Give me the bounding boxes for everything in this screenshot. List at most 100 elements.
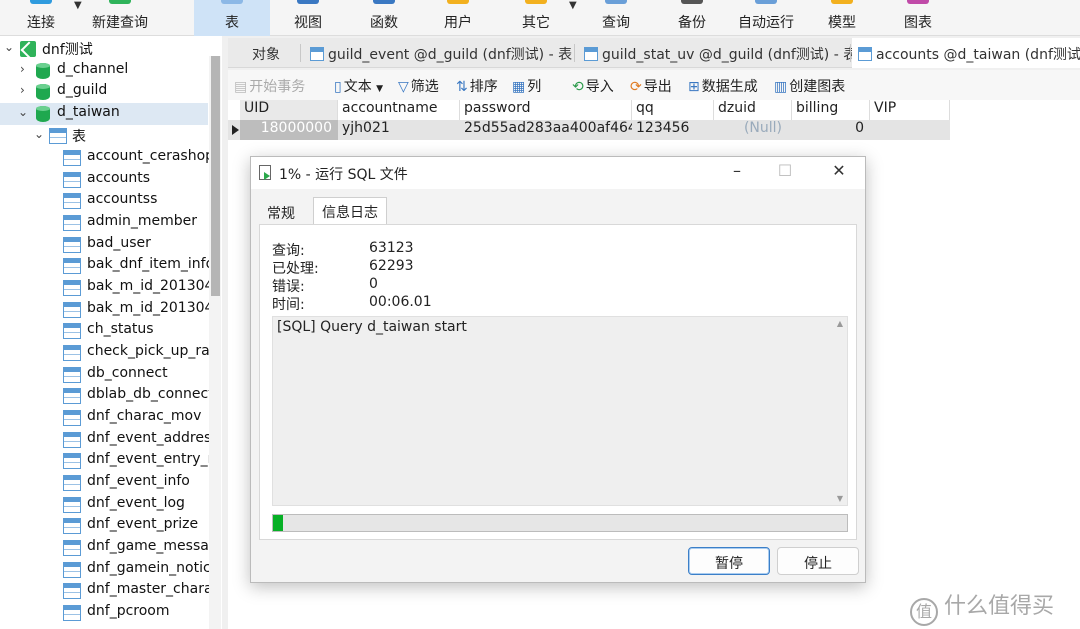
tree-table-item[interactable]: dnf_event_prize xyxy=(0,515,208,537)
cell-billing[interactable]: 0 xyxy=(792,120,870,140)
query-button[interactable]: 查询 xyxy=(592,0,640,36)
auto-run-button[interactable]: 自动运行 xyxy=(734,0,798,36)
tab-objects[interactable]: 对象 xyxy=(252,38,280,68)
cell-uid[interactable]: 18000000 xyxy=(240,120,338,140)
stop-button[interactable]: 停止 xyxy=(777,547,859,575)
create-chart-button[interactable]: ▥ 创建图表 xyxy=(774,76,845,96)
maximize-icon[interactable]: ☐ xyxy=(765,161,805,185)
minimize-icon[interactable]: – xyxy=(717,161,757,185)
pause-button[interactable]: 暂停 xyxy=(688,547,770,575)
tab-guild-event[interactable]: guild_event @d_guild (dnf测试) - 表 xyxy=(310,38,572,68)
tree-table-item[interactable]: accountss xyxy=(0,190,208,212)
tab-general[interactable]: 常规 xyxy=(259,199,303,225)
user-button[interactable]: 用户 xyxy=(434,0,482,36)
tree-table-item[interactable]: dnf_game_messag xyxy=(0,537,218,559)
column-header-dzuid[interactable]: dzuid xyxy=(714,100,792,120)
tab-guild-stat-uv[interactable]: guild_stat_uv @d_guild (dnf测试) - 表 xyxy=(584,38,857,68)
tree-table-item[interactable]: ch_status xyxy=(0,320,208,342)
filter-button[interactable]: ▽ 筛选 xyxy=(398,76,439,96)
tree-tables-folder[interactable]: ⌄ 表 xyxy=(0,125,208,147)
column-header-vip[interactable]: VIP xyxy=(870,100,950,120)
stat-value: 00:06.01 xyxy=(369,294,432,310)
column-header-billing[interactable]: billing xyxy=(792,100,870,120)
run-sql-dialog: 1% - 运行 SQL 文件 – ☐ ✕ 常规 信息日志 查询: 63123 已… xyxy=(250,156,866,583)
column-header-uid[interactable]: UID xyxy=(240,100,338,120)
tree-table-item[interactable]: dnf_event_address xyxy=(0,429,219,451)
chart-button[interactable]: 图表 xyxy=(894,0,942,36)
log-output[interactable]: [SQL] Query d_taiwan start ▲ ▼ xyxy=(272,316,848,506)
column-header-password[interactable]: password xyxy=(460,100,632,120)
cell-qq[interactable]: 123456 xyxy=(632,120,714,140)
tree-table-item[interactable]: admin_member xyxy=(0,212,208,234)
tab-accounts[interactable]: accounts @d_taiwan (dnf测试) xyxy=(852,38,1080,68)
cell-vip[interactable] xyxy=(870,120,950,140)
sort-button[interactable]: ⇅ 排序 xyxy=(456,76,498,96)
tree-table-item[interactable]: bad_user xyxy=(0,234,208,256)
chevron-right-icon[interactable]: › xyxy=(20,83,25,97)
chart-icon xyxy=(907,0,929,4)
scroll-up-icon[interactable]: ▲ xyxy=(837,319,843,328)
tree-db-d-taiwan[interactable]: ⌄ d_taiwan xyxy=(0,103,208,125)
chevron-right-icon[interactable]: › xyxy=(20,62,25,76)
database-icon xyxy=(36,106,50,122)
connect-dropdown-icon[interactable]: ▼ xyxy=(74,0,82,11)
tab-info-log[interactable]: 信息日志 xyxy=(313,197,387,225)
tree-db-d-guild[interactable]: › d_guild xyxy=(0,81,208,103)
table-icon xyxy=(63,410,81,426)
tree-table-item[interactable]: dnf_pcroom xyxy=(0,602,208,624)
tree-table-item[interactable]: check_pick_up_rar xyxy=(0,342,215,364)
tree-table-item[interactable]: accounts xyxy=(0,169,208,191)
close-icon[interactable]: ✕ xyxy=(819,161,859,185)
tree-connection[interactable]: ⌄ dnf测试 xyxy=(0,38,208,60)
import-button[interactable]: ⟲ 导入 xyxy=(572,76,614,96)
column-header-accountname[interactable]: accountname xyxy=(338,100,460,120)
connect-button[interactable]: 连接 xyxy=(18,0,64,36)
tree-scrollbar-thumb[interactable] xyxy=(211,56,220,296)
data-generation-button[interactable]: ⊞ 数据生成 xyxy=(688,76,758,96)
tree-table-item[interactable]: dnf_event_info xyxy=(0,472,208,494)
tree-table-item[interactable]: dnf_gamein_notice xyxy=(0,559,219,581)
columns-icon: ▦ xyxy=(512,79,526,95)
begin-transaction-button[interactable]: ▤ 开始事务 xyxy=(234,76,305,96)
tree-table-item[interactable]: dblab_db_connect xyxy=(0,385,214,407)
scroll-down-icon[interactable]: ▼ xyxy=(837,494,843,503)
tree-table-item[interactable]: dnf_event_log xyxy=(0,494,208,516)
chevron-down-icon[interactable]: ⌄ xyxy=(18,105,28,119)
table-icon xyxy=(63,193,81,209)
dialog-title-bar[interactable]: 1% - 运行 SQL 文件 – ☐ ✕ xyxy=(251,157,865,189)
backup-button[interactable]: 备份 xyxy=(668,0,716,36)
other-dropdown-icon[interactable]: ▼ xyxy=(569,0,577,11)
table-icon xyxy=(63,367,81,383)
tree-table-item[interactable]: dnf_event_entry_n xyxy=(0,450,216,472)
chevron-down-icon[interactable]: ⌄ xyxy=(4,40,14,54)
tree-table-item[interactable]: dnf_master_charac xyxy=(0,580,220,602)
text-button[interactable]: ▯ 文本 ▼ xyxy=(334,76,383,96)
chevron-down-icon: ▼ xyxy=(376,84,384,94)
other-button[interactable]: 其它 xyxy=(512,0,560,36)
function-button[interactable]: 函数 xyxy=(360,0,408,36)
tree-table-item[interactable]: bak_dnf_item_info xyxy=(0,255,214,277)
view-button[interactable]: 视图 xyxy=(284,0,332,36)
table-row[interactable]: 18000000 yjh021 25d55ad283aa400af464c 12… xyxy=(228,120,950,140)
model-button[interactable]: 模型 xyxy=(818,0,866,36)
auto-run-icon xyxy=(755,0,777,4)
table-icon xyxy=(63,605,81,621)
table-button[interactable]: 表 xyxy=(194,0,270,36)
new-query-button[interactable]: 新建查询 xyxy=(88,0,152,36)
tree-scrollbar[interactable] xyxy=(209,56,221,629)
tree-table-item[interactable]: db_connect xyxy=(0,364,208,386)
tree-table-item[interactable]: account_cerashop xyxy=(0,147,214,169)
tree-table-item[interactable]: bak_m_id_2013042 xyxy=(0,277,222,299)
cell-accountname[interactable]: yjh021 xyxy=(338,120,460,140)
cell-password[interactable]: 25d55ad283aa400af464c xyxy=(460,120,632,140)
column-button[interactable]: ▦ 列 xyxy=(512,76,541,96)
cell-dzuid[interactable]: (Null) xyxy=(714,120,792,140)
tree-table-item[interactable]: dnf_charac_mov xyxy=(0,407,208,429)
table-icon xyxy=(221,0,243,4)
export-button[interactable]: ⟳ 导出 xyxy=(630,76,672,96)
stat-label: 已处理: xyxy=(272,261,319,277)
tree-table-item[interactable]: bak_m_id_2013042 xyxy=(0,299,222,321)
chevron-down-icon[interactable]: ⌄ xyxy=(34,127,44,141)
column-header-qq[interactable]: qq xyxy=(632,100,714,120)
tree-db-d-channel[interactable]: › d_channel xyxy=(0,60,208,82)
